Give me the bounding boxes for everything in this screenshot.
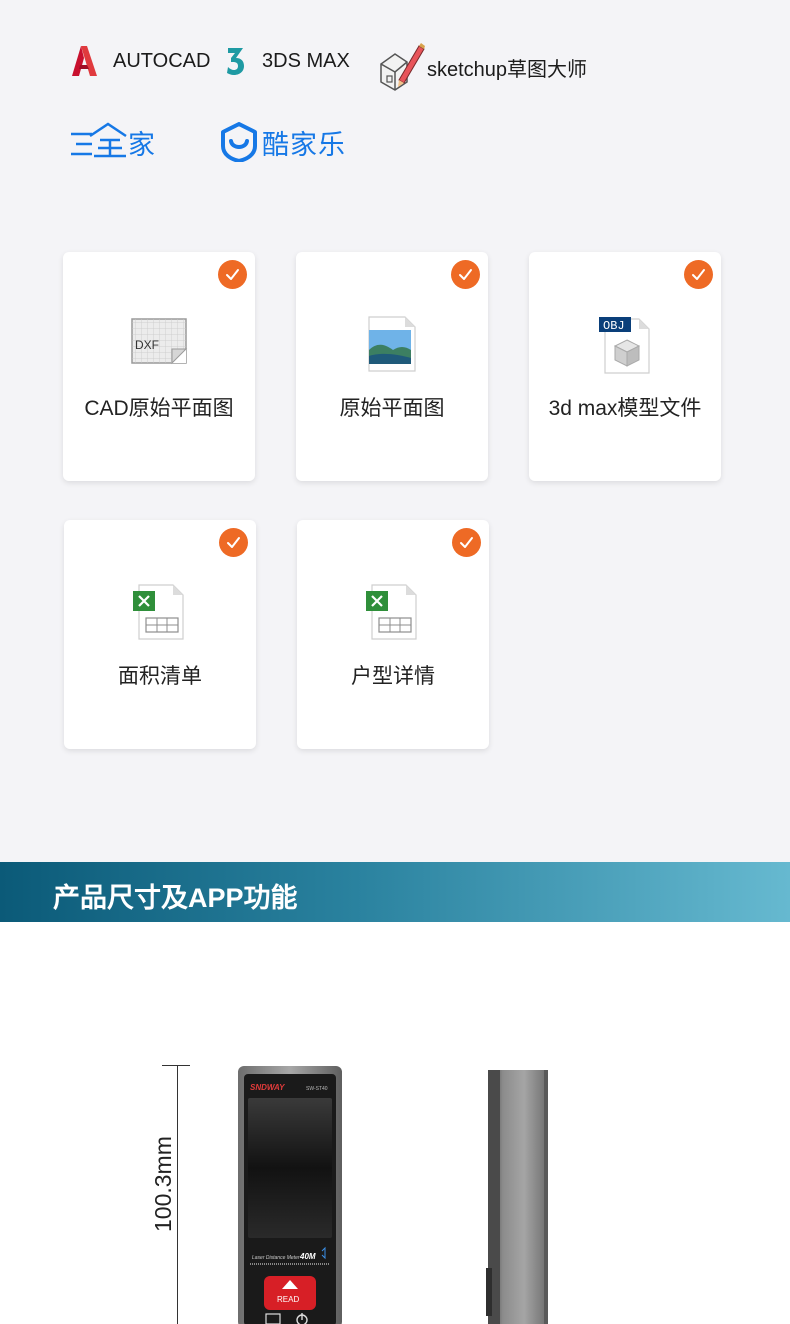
sketchup-label: sketchup草图大师 xyxy=(427,58,588,81)
check-icon xyxy=(219,528,248,557)
3dsmax-logo-icon xyxy=(227,48,244,75)
autocad-label: AUTOCAD xyxy=(113,49,211,72)
check-icon xyxy=(684,260,713,289)
dimension-label: 100.3mm xyxy=(150,1136,176,1232)
svg-text:OBJ: OBJ xyxy=(603,319,625,333)
dimension-tick xyxy=(162,1065,190,1066)
export-card-label: 户型详情 xyxy=(351,665,435,688)
export-card-area-list[interactable]: 面积清单 xyxy=(64,520,256,749)
check-icon xyxy=(218,260,247,289)
section-banner: 产品尺寸及APP功能 xyxy=(0,862,790,922)
dimension-line xyxy=(177,1065,178,1324)
svg-text:Laser Distance Meter: Laser Distance Meter xyxy=(252,1255,300,1261)
export-card-label: 3d max模型文件 xyxy=(548,397,702,420)
excel-file-icon xyxy=(366,584,417,640)
kujiale-label: 酷家乐 xyxy=(262,129,346,160)
3dsmax-brand: 3DS MAX xyxy=(226,45,350,77)
3d-home-label: 家 xyxy=(128,129,156,160)
svg-text:DXF: DXF xyxy=(135,338,159,352)
export-card-3dsmax-model[interactable]: OBJ 3d max模型文件 xyxy=(529,252,721,481)
export-card-label: CAD原始平面图 xyxy=(84,397,234,420)
obj-file-icon: OBJ xyxy=(599,317,650,374)
svg-text:40M: 40M xyxy=(299,1252,316,1261)
sketchup-brand: sketchup草图大师 xyxy=(377,40,587,94)
product-section: 100.3mm SNDWAY SW-ST40 Laser Distance Me… xyxy=(0,922,790,1324)
kujiale-logo-icon xyxy=(221,122,257,162)
svg-text:READ: READ xyxy=(277,1295,299,1304)
sketchup-logo-icon xyxy=(380,43,425,91)
check-icon xyxy=(451,260,480,289)
section-title: 产品尺寸及APP功能 xyxy=(53,883,298,913)
3d-home-brand: 家 xyxy=(70,122,156,162)
svg-text:SW-ST40: SW-ST40 xyxy=(306,1086,328,1092)
autocad-logo-icon xyxy=(72,46,97,76)
check-icon xyxy=(452,528,481,557)
device-side-image xyxy=(486,1070,548,1324)
export-card-cad[interactable]: DXF CAD原始平面图 xyxy=(63,252,255,481)
export-card-label: 原始平面图 xyxy=(339,397,445,420)
3dsmax-label: 3DS MAX xyxy=(262,49,350,72)
autocad-brand: AUTOCAD xyxy=(70,45,210,77)
formats-section: AUTOCAD 3DS MAX sketchup草图大师 家 酷家乐 DXF C… xyxy=(0,0,790,862)
kujiale-brand: 酷家乐 xyxy=(220,122,346,162)
export-card-floorplan-image[interactable]: 原始平面图 xyxy=(296,252,488,481)
export-card-floorplan-details[interactable]: 户型详情 xyxy=(297,520,489,749)
image-file-icon xyxy=(368,316,416,372)
3d-home-logo-icon xyxy=(71,122,127,158)
svg-text:SNDWAY: SNDWAY xyxy=(250,1083,285,1092)
device-front-image: SNDWAY SW-ST40 Laser Distance Meter 40M … xyxy=(238,1066,342,1324)
export-card-label: 面积清单 xyxy=(118,665,202,688)
excel-file-icon xyxy=(133,584,184,640)
dxf-file-icon: DXF xyxy=(131,318,188,365)
